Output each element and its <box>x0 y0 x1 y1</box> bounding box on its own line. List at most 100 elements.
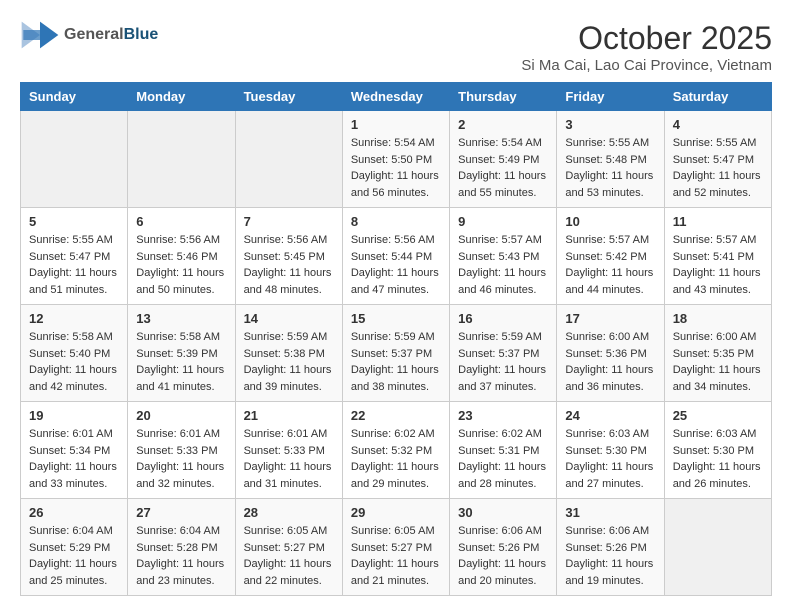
logo-icon <box>20 20 60 50</box>
header-tuesday: Tuesday <box>235 83 342 111</box>
day-info: Sunrise: 6:05 AM Sunset: 5:27 PM Dayligh… <box>351 523 441 589</box>
day-cell: 6 Sunrise: 5:56 AM Sunset: 5:46 PM Daylig… <box>128 208 235 305</box>
day-info: Sunrise: 6:01 AM Sunset: 5:33 PM Dayligh… <box>136 426 226 492</box>
week-row-2: 5Sunrise: 5:55 AM Sunset: 5:47 PM Daylig… <box>21 208 772 305</box>
day-cell: 16 Sunrise: 5:59 AM Sunset: 5:37 PM Dayli… <box>450 305 557 402</box>
calendar-table: SundayMondayTuesdayWednesdayThursdayFrid… <box>20 82 772 596</box>
day-cell: 13Sunrise: 5:58 AM Sunset: 5:39 PM Dayli… <box>128 305 235 402</box>
day-number: 19 <box>29 408 119 423</box>
header-row: SundayMondayTuesdayWednesdayThursdayFrid… <box>21 83 772 111</box>
day-number: 2 <box>458 117 548 132</box>
day-info: Sunrise: 6:00 AM Sunset: 5:35 PM Dayligh… <box>673 329 763 395</box>
day-cell: 4 Sunrise: 5:55 AM Sunset: 5:47 PM Daylig… <box>664 111 771 208</box>
day-cell: 10 Sunrise: 5:57 AM Sunset: 5:42 PM Dayli… <box>557 208 664 305</box>
header-saturday: Saturday <box>664 83 771 111</box>
day-info: Sunrise: 6:02 AM Sunset: 5:31 PM Dayligh… <box>458 426 548 492</box>
day-number: 20 <box>136 408 226 423</box>
day-number: 30 <box>458 505 548 520</box>
day-number: 21 <box>244 408 334 423</box>
day-cell <box>664 499 771 596</box>
header-wednesday: Wednesday <box>342 83 449 111</box>
day-cell: 23Sunrise: 6:02 AM Sunset: 5:31 PM Dayli… <box>450 402 557 499</box>
day-number: 25 <box>673 408 763 423</box>
day-cell: 14 Sunrise: 5:59 AM Sunset: 5:38 PM Dayli… <box>235 305 342 402</box>
day-info: Sunrise: 6:05 AM Sunset: 5:27 PM Dayligh… <box>244 523 334 589</box>
day-info: Sunrise: 6:02 AM Sunset: 5:32 PM Dayligh… <box>351 426 441 492</box>
logo: GeneralBlue <box>20 20 158 50</box>
header-friday: Friday <box>557 83 664 111</box>
day-cell: 7 Sunrise: 5:56 AM Sunset: 5:45 PM Daylig… <box>235 208 342 305</box>
header-sunday: Sunday <box>21 83 128 111</box>
day-number: 14 <box>244 311 334 326</box>
day-number: 29 <box>351 505 441 520</box>
day-number: 12 <box>29 311 119 326</box>
day-info: Sunrise: 5:57 AM Sunset: 5:41 PM Dayligh… <box>673 232 763 298</box>
day-info: Sunrise: 5:56 AM Sunset: 5:44 PM Dayligh… <box>351 232 441 298</box>
title-area: October 2025 Si Ma Cai, Lao Cai Province… <box>521 20 772 74</box>
day-cell: 15 Sunrise: 5:59 AM Sunset: 5:37 PM Dayli… <box>342 305 449 402</box>
day-info: Sunrise: 5:54 AM Sunset: 5:50 PM Dayligh… <box>351 135 441 201</box>
day-number: 24 <box>565 408 655 423</box>
day-number: 8 <box>351 214 441 229</box>
day-number: 9 <box>458 214 548 229</box>
day-cell <box>21 111 128 208</box>
day-number: 11 <box>673 214 763 229</box>
day-cell: 5Sunrise: 5:55 AM Sunset: 5:47 PM Daylig… <box>21 208 128 305</box>
header-monday: Monday <box>128 83 235 111</box>
day-info: Sunrise: 5:59 AM Sunset: 5:38 PM Dayligh… <box>244 329 334 395</box>
day-cell <box>128 111 235 208</box>
day-number: 28 <box>244 505 334 520</box>
day-cell: 31 Sunrise: 6:06 AM Sunset: 5:26 PM Dayli… <box>557 499 664 596</box>
day-info: Sunrise: 5:58 AM Sunset: 5:40 PM Dayligh… <box>29 329 119 395</box>
day-info: Sunrise: 5:54 AM Sunset: 5:49 PM Dayligh… <box>458 135 548 201</box>
day-cell: 2 Sunrise: 5:54 AM Sunset: 5:49 PM Daylig… <box>450 111 557 208</box>
day-cell: 25Sunrise: 6:03 AM Sunset: 5:30 PM Dayli… <box>664 402 771 499</box>
day-info: Sunrise: 5:56 AM Sunset: 5:46 PM Dayligh… <box>136 232 226 298</box>
day-number: 26 <box>29 505 119 520</box>
day-cell: 22 Sunrise: 6:02 AM Sunset: 5:32 PM Dayli… <box>342 402 449 499</box>
day-info: Sunrise: 5:55 AM Sunset: 5:48 PM Dayligh… <box>565 135 655 201</box>
day-number: 31 <box>565 505 655 520</box>
day-number: 15 <box>351 311 441 326</box>
header-thursday: Thursday <box>450 83 557 111</box>
day-info: Sunrise: 5:59 AM Sunset: 5:37 PM Dayligh… <box>458 329 548 395</box>
day-number: 10 <box>565 214 655 229</box>
day-cell: 20 Sunrise: 6:01 AM Sunset: 5:33 PM Dayli… <box>128 402 235 499</box>
day-number: 22 <box>351 408 441 423</box>
day-cell: 17Sunrise: 6:00 AM Sunset: 5:36 PM Dayli… <box>557 305 664 402</box>
day-info: Sunrise: 6:04 AM Sunset: 5:28 PM Dayligh… <box>136 523 226 589</box>
day-info: Sunrise: 5:58 AM Sunset: 5:39 PM Dayligh… <box>136 329 226 395</box>
day-number: 27 <box>136 505 226 520</box>
day-number: 5 <box>29 214 119 229</box>
day-cell: 3Sunrise: 5:55 AM Sunset: 5:48 PM Daylig… <box>557 111 664 208</box>
day-cell: 30 Sunrise: 6:06 AM Sunset: 5:26 PM Dayli… <box>450 499 557 596</box>
day-number: 18 <box>673 311 763 326</box>
day-info: Sunrise: 6:01 AM Sunset: 5:33 PM Dayligh… <box>244 426 334 492</box>
day-info: Sunrise: 5:56 AM Sunset: 5:45 PM Dayligh… <box>244 232 334 298</box>
day-info: Sunrise: 5:57 AM Sunset: 5:43 PM Dayligh… <box>458 232 548 298</box>
day-info: Sunrise: 5:57 AM Sunset: 5:42 PM Dayligh… <box>565 232 655 298</box>
week-row-4: 19 Sunrise: 6:01 AM Sunset: 5:34 PM Dayli… <box>21 402 772 499</box>
week-row-3: 12 Sunrise: 5:58 AM Sunset: 5:40 PM Dayli… <box>21 305 772 402</box>
day-cell: 27 Sunrise: 6:04 AM Sunset: 5:28 PM Dayli… <box>128 499 235 596</box>
day-number: 17 <box>565 311 655 326</box>
day-cell: 18 Sunrise: 6:00 AM Sunset: 5:35 PM Dayli… <box>664 305 771 402</box>
logo-text: GeneralBlue <box>64 26 158 44</box>
day-number: 1 <box>351 117 441 132</box>
day-cell <box>235 111 342 208</box>
day-info: Sunrise: 5:59 AM Sunset: 5:37 PM Dayligh… <box>351 329 441 395</box>
day-cell: 11 Sunrise: 5:57 AM Sunset: 5:41 PM Dayli… <box>664 208 771 305</box>
day-cell: 24Sunrise: 6:03 AM Sunset: 5:30 PM Dayli… <box>557 402 664 499</box>
day-info: Sunrise: 6:06 AM Sunset: 5:26 PM Dayligh… <box>458 523 548 589</box>
day-info: Sunrise: 6:01 AM Sunset: 5:34 PM Dayligh… <box>29 426 119 492</box>
day-number: 7 <box>244 214 334 229</box>
day-info: Sunrise: 5:55 AM Sunset: 5:47 PM Dayligh… <box>673 135 763 201</box>
day-number: 16 <box>458 311 548 326</box>
day-cell: 19 Sunrise: 6:01 AM Sunset: 5:34 PM Dayli… <box>21 402 128 499</box>
day-number: 6 <box>136 214 226 229</box>
day-cell: 21 Sunrise: 6:01 AM Sunset: 5:33 PM Dayli… <box>235 402 342 499</box>
day-number: 4 <box>673 117 763 132</box>
day-info: Sunrise: 6:06 AM Sunset: 5:26 PM Dayligh… <box>565 523 655 589</box>
day-cell: 8 Sunrise: 5:56 AM Sunset: 5:44 PM Daylig… <box>342 208 449 305</box>
day-cell: 29 Sunrise: 6:05 AM Sunset: 5:27 PM Dayli… <box>342 499 449 596</box>
